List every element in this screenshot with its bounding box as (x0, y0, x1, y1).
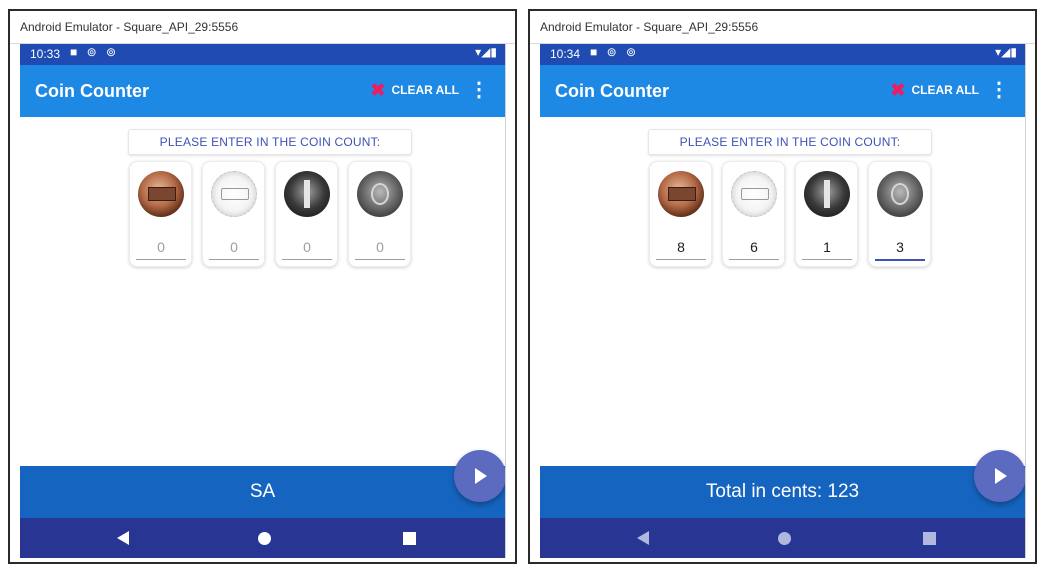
back-icon[interactable] (637, 531, 649, 545)
nickel-count-input[interactable] (209, 235, 259, 260)
clear-all-button[interactable]: ✖ CLEAR ALL (890, 80, 979, 100)
nickel-icon (211, 171, 257, 217)
status-bar: 10:34 ■ ⊚ ⊚ ▾◢▮ (540, 44, 1025, 65)
system-nav-bar (20, 518, 505, 558)
overflow-menu-icon[interactable]: ⋮ (469, 78, 489, 102)
window-title: Android Emulator - Square_API_29:5556 (10, 11, 515, 44)
close-icon: ✖ (890, 80, 906, 100)
quarter-icon (877, 171, 923, 217)
coin-card-quarter (868, 161, 931, 267)
app-bar: Coin Counter ✖ CLEAR ALL ⋮ (20, 65, 505, 117)
signal-battery-icons: ▾◢▮ (995, 45, 1017, 59)
coin-card-dime (275, 161, 338, 267)
emulator-window-left: Android Emulator - Square_API_29:5556 10… (8, 9, 517, 564)
back-icon[interactable] (117, 531, 129, 545)
system-nav-bar (540, 518, 1025, 558)
coin-count-prompt: PLEASE ENTER IN THE COIN COUNT: (128, 129, 412, 155)
coin-row (129, 161, 413, 271)
calculate-fab-button[interactable] (454, 450, 505, 502)
status-bar: 10:33 ■ ⊚ ⊚ ▾◢▮ (20, 44, 505, 65)
calculate-fab-button[interactable] (974, 450, 1025, 502)
status-time: 10:34 (550, 47, 581, 61)
notification-icons: ■ ⊚ ⊚ (70, 45, 120, 59)
coin-card-penny (649, 161, 712, 267)
signal-battery-icons: ▾◢▮ (475, 45, 497, 59)
result-bar: SA (20, 466, 505, 518)
app-bar: Coin Counter ✖ CLEAR ALL ⋮ (540, 65, 1025, 117)
recents-icon[interactable] (403, 532, 416, 545)
result-bar: Total in cents: 123 (540, 466, 1025, 518)
app-title: Coin Counter (555, 81, 669, 101)
dime-icon (284, 171, 330, 217)
coin-card-dime (795, 161, 858, 267)
status-time: 10:33 (30, 47, 61, 61)
clear-all-label: CLEAR ALL (911, 83, 979, 97)
device-screen: 10:34 ■ ⊚ ⊚ ▾◢▮ Coin Counter ✖ CLEAR ALL… (540, 44, 1026, 558)
clear-all-label: CLEAR ALL (391, 83, 459, 97)
quarter-count-input[interactable] (875, 235, 925, 261)
coin-card-nickel (202, 161, 265, 267)
app-title: Coin Counter (35, 81, 149, 101)
home-icon[interactable] (778, 532, 791, 545)
coin-card-quarter (348, 161, 411, 267)
penny-count-input[interactable] (136, 235, 186, 260)
penny-count-input[interactable] (656, 235, 706, 260)
close-icon: ✖ (370, 80, 386, 100)
nickel-icon (731, 171, 777, 217)
coin-card-penny (129, 161, 192, 267)
dime-count-input[interactable] (282, 235, 332, 260)
clear-all-button[interactable]: ✖ CLEAR ALL (370, 80, 459, 100)
penny-icon (658, 171, 704, 217)
device-screen: 10:33 ■ ⊚ ⊚ ▾◢▮ Coin Counter ✖ CLEAR ALL… (20, 44, 506, 558)
quarter-icon (357, 171, 403, 217)
overflow-menu-icon[interactable]: ⋮ (989, 78, 1009, 102)
coin-card-nickel (722, 161, 785, 267)
quarter-count-input[interactable] (355, 235, 405, 260)
coin-row (649, 161, 933, 271)
window-title: Android Emulator - Square_API_29:5556 (530, 11, 1035, 44)
dime-icon (804, 171, 850, 217)
emulator-window-right: Android Emulator - Square_API_29:5556 10… (528, 9, 1037, 564)
recents-icon[interactable] (923, 532, 936, 545)
nickel-count-input[interactable] (729, 235, 779, 260)
penny-icon (138, 171, 184, 217)
notification-icons: ■ ⊚ ⊚ (590, 45, 640, 59)
dime-count-input[interactable] (802, 235, 852, 260)
home-icon[interactable] (258, 532, 271, 545)
coin-count-prompt: PLEASE ENTER IN THE COIN COUNT: (648, 129, 932, 155)
